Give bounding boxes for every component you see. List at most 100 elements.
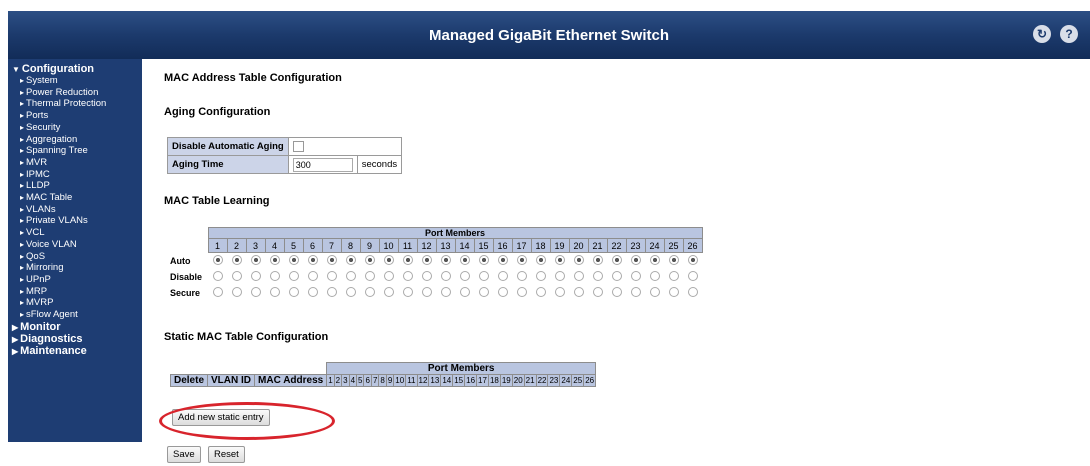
learning-radio-secure[interactable] — [231, 287, 242, 297]
sidebar-item-sflow-agent[interactable]: ▸ sFlow Agent — [8, 309, 142, 321]
sidebar-item-lldp[interactable]: ▸ LLDP — [8, 180, 142, 192]
help-icon[interactable]: ? — [1060, 25, 1078, 43]
sidebar-item-mvrp[interactable]: ▸ MVRP — [8, 297, 142, 309]
learning-radio-auto[interactable] — [573, 255, 584, 265]
learning-radio-auto[interactable] — [649, 255, 660, 265]
learning-radio-auto[interactable] — [687, 255, 698, 265]
learning-radio-auto[interactable] — [288, 255, 299, 265]
learning-radio-disable[interactable] — [478, 271, 489, 281]
sidebar-item-power-reduction[interactable]: ▸ Power Reduction — [8, 87, 142, 99]
learning-radio-auto[interactable] — [383, 255, 394, 265]
learning-radio-disable[interactable] — [421, 271, 432, 281]
sidebar-section-monitor[interactable]: ▶ Monitor — [8, 321, 142, 333]
learning-radio-auto[interactable] — [269, 255, 280, 265]
learning-radio-secure[interactable] — [497, 287, 508, 297]
learning-radio-disable[interactable] — [668, 271, 679, 281]
sidebar-section-diagnostics[interactable]: ▶ Diagnostics — [8, 333, 142, 345]
learning-radio-auto[interactable] — [307, 255, 318, 265]
learning-radio-secure[interactable] — [459, 287, 470, 297]
learning-radio-auto[interactable] — [535, 255, 546, 265]
sidebar-item-thermal-protection[interactable]: ▸ Thermal Protection — [8, 98, 142, 110]
learning-radio-disable[interactable] — [307, 271, 318, 281]
learning-radio-auto[interactable] — [345, 255, 356, 265]
learning-radio-disable[interactable] — [250, 271, 261, 281]
learning-radio-auto[interactable] — [421, 255, 432, 265]
aging-time-input[interactable]: 300 — [292, 157, 353, 172]
learning-radio-secure[interactable] — [535, 287, 546, 297]
sidebar-item-mirroring[interactable]: ▸ Mirroring — [8, 262, 142, 274]
learning-radio-disable[interactable] — [630, 271, 641, 281]
reset-button[interactable]: Reset — [208, 446, 245, 463]
learning-radio-auto[interactable] — [402, 255, 413, 265]
learning-radio-secure[interactable] — [554, 287, 565, 297]
learning-radio-auto[interactable] — [250, 255, 261, 265]
learning-radio-secure[interactable] — [611, 287, 622, 297]
learning-radio-disable[interactable] — [554, 271, 565, 281]
learning-radio-disable[interactable] — [535, 271, 546, 281]
learning-radio-secure[interactable] — [668, 287, 679, 297]
sidebar-item-mrp[interactable]: ▸ MRP — [8, 286, 142, 298]
sidebar-item-vlans[interactable]: ▸ VLANs — [8, 204, 142, 216]
sidebar-item-ports[interactable]: ▸ Ports — [8, 110, 142, 122]
learning-radio-auto[interactable] — [459, 255, 470, 265]
sidebar-item-voice-vlan[interactable]: ▸ Voice VLAN — [8, 239, 142, 251]
sidebar-item-upnp[interactable]: ▸ UPnP — [8, 274, 142, 286]
learning-radio-secure[interactable] — [288, 287, 299, 297]
learning-radio-secure[interactable] — [440, 287, 451, 297]
learning-radio-secure[interactable] — [269, 287, 280, 297]
learning-radio-secure[interactable] — [402, 287, 413, 297]
learning-radio-auto[interactable] — [668, 255, 679, 265]
learning-radio-disable[interactable] — [611, 271, 622, 281]
learning-radio-disable[interactable] — [269, 271, 280, 281]
logout-icon[interactable]: ↻ — [1033, 25, 1051, 43]
sidebar-item-system[interactable]: ▸ System — [8, 75, 142, 87]
learning-radio-auto[interactable] — [630, 255, 641, 265]
learning-radio-disable[interactable] — [402, 271, 413, 281]
learning-radio-secure[interactable] — [573, 287, 584, 297]
learning-radio-secure[interactable] — [383, 287, 394, 297]
learning-radio-auto[interactable] — [611, 255, 622, 265]
sidebar-item-qos[interactable]: ▸ QoS — [8, 251, 142, 263]
learning-radio-disable[interactable] — [497, 271, 508, 281]
learning-radio-disable[interactable] — [212, 271, 223, 281]
learning-radio-secure[interactable] — [649, 287, 660, 297]
learning-radio-disable[interactable] — [573, 271, 584, 281]
learning-radio-secure[interactable] — [364, 287, 375, 297]
learning-radio-disable[interactable] — [440, 271, 451, 281]
sidebar-section-maintenance[interactable]: ▶ Maintenance — [8, 345, 142, 357]
learning-radio-secure[interactable] — [326, 287, 337, 297]
learning-radio-auto[interactable] — [231, 255, 242, 265]
learning-radio-secure[interactable] — [516, 287, 527, 297]
learning-radio-secure[interactable] — [421, 287, 432, 297]
disable-aging-checkbox[interactable] — [292, 140, 304, 152]
learning-radio-disable[interactable] — [459, 271, 470, 281]
learning-radio-disable[interactable] — [288, 271, 299, 281]
learning-radio-auto[interactable] — [326, 255, 337, 265]
sidebar-item-mac-table[interactable]: ▸ MAC Table — [8, 192, 142, 204]
learning-radio-auto[interactable] — [516, 255, 527, 265]
learning-radio-disable[interactable] — [326, 271, 337, 281]
learning-radio-secure[interactable] — [212, 287, 223, 297]
sidebar-item-ipmc[interactable]: ▸ IPMC — [8, 169, 142, 181]
sidebar-item-security[interactable]: ▸ Security — [8, 122, 142, 134]
sidebar-section-configuration[interactable]: ▼ Configuration — [8, 63, 142, 75]
save-button[interactable]: Save — [167, 446, 201, 463]
sidebar-item-mvr[interactable]: ▸ MVR — [8, 157, 142, 169]
learning-radio-disable[interactable] — [364, 271, 375, 281]
learning-radio-auto[interactable] — [212, 255, 223, 265]
learning-radio-secure[interactable] — [250, 287, 261, 297]
learning-radio-secure[interactable] — [307, 287, 318, 297]
sidebar-item-private-vlans[interactable]: ▸ Private VLANs — [8, 215, 142, 227]
learning-radio-disable[interactable] — [345, 271, 356, 281]
learning-radio-disable[interactable] — [649, 271, 660, 281]
learning-radio-disable[interactable] — [687, 271, 698, 281]
learning-radio-auto[interactable] — [497, 255, 508, 265]
learning-radio-secure[interactable] — [478, 287, 489, 297]
sidebar-item-vcl[interactable]: ▸ VCL — [8, 227, 142, 239]
learning-radio-disable[interactable] — [231, 271, 242, 281]
learning-radio-secure[interactable] — [630, 287, 641, 297]
learning-radio-disable[interactable] — [383, 271, 394, 281]
learning-radio-secure[interactable] — [687, 287, 698, 297]
learning-radio-secure[interactable] — [345, 287, 356, 297]
learning-radio-secure[interactable] — [592, 287, 603, 297]
